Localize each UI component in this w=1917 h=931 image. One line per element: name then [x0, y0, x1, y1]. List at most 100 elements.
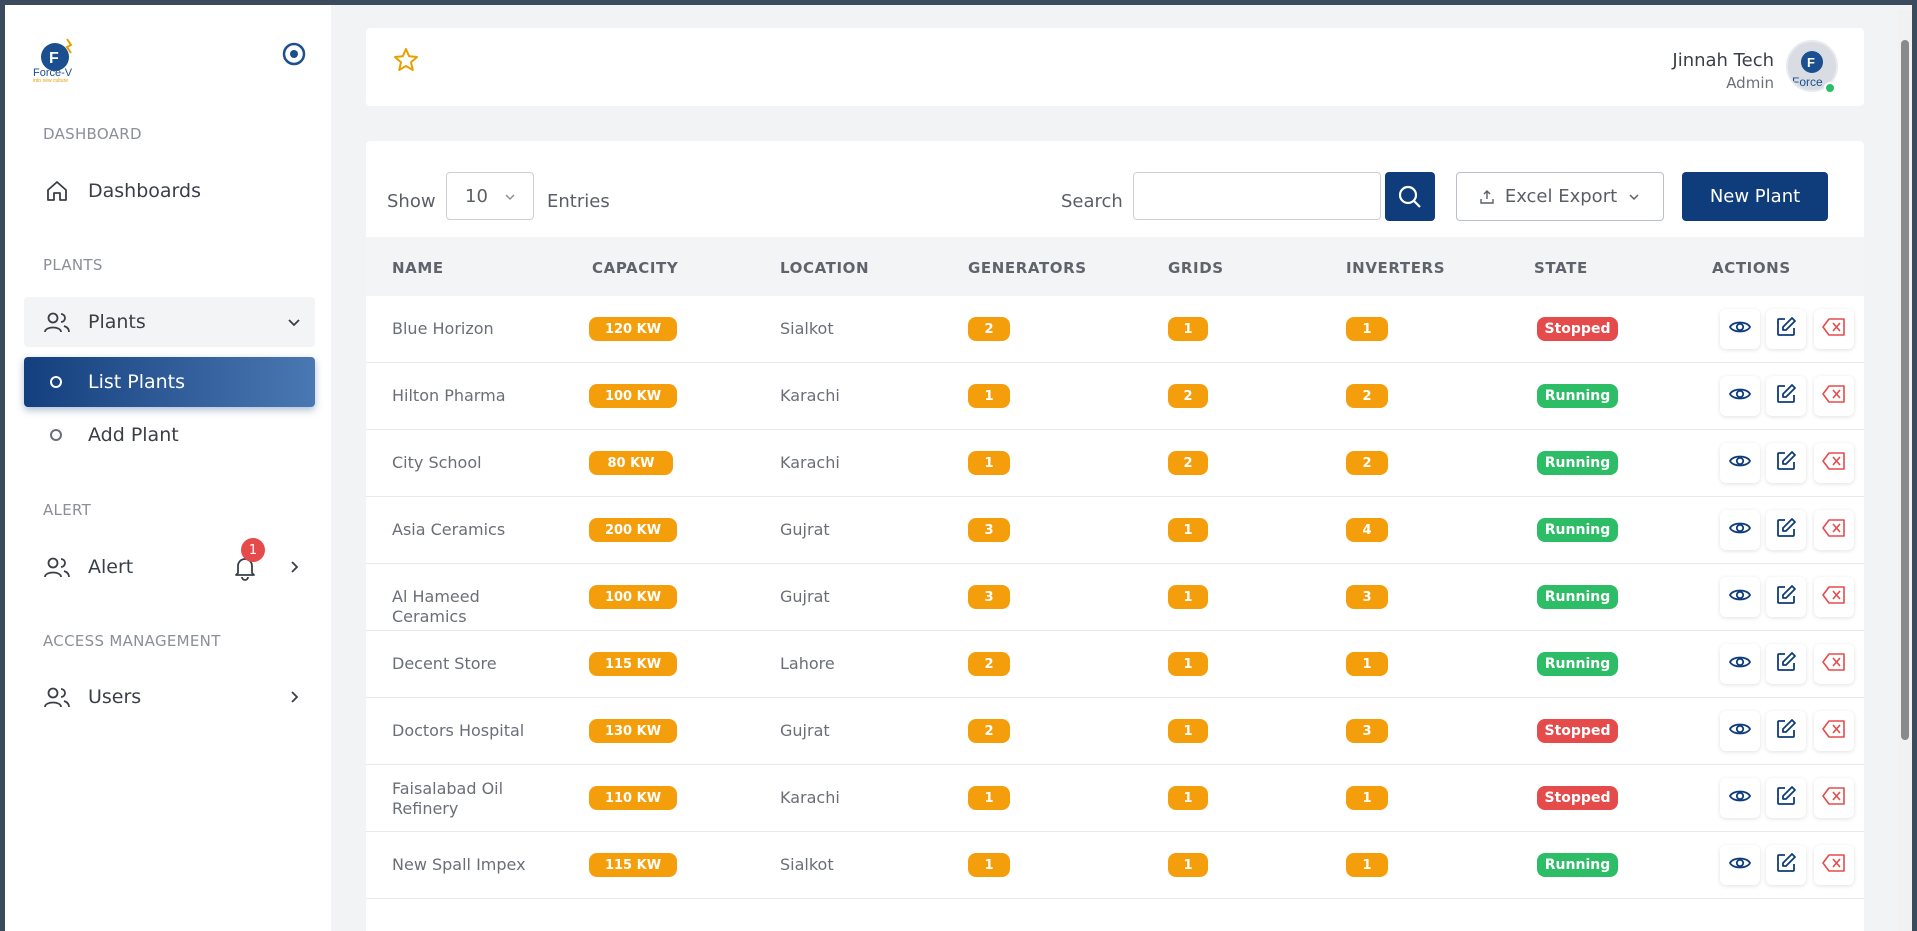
edit-icon — [1774, 382, 1798, 410]
alert-count-badge: 1 — [241, 538, 265, 562]
generators-badge: 3 — [968, 518, 1010, 542]
user-role: Admin — [1726, 74, 1774, 92]
sidebar-item-dashboards[interactable]: Dashboards — [24, 166, 315, 216]
excel-export-button[interactable]: Excel Export — [1456, 172, 1664, 221]
users-icon — [43, 308, 71, 336]
logo-tagline: into new culture — [33, 78, 69, 84]
view-button[interactable] — [1720, 577, 1760, 617]
sidebar-item-users[interactable]: Users — [24, 672, 315, 722]
sidebar-item-list-plants[interactable]: List Plants — [24, 357, 315, 407]
search-button[interactable] — [1385, 172, 1435, 221]
view-button[interactable] — [1720, 376, 1760, 416]
sidebar-item-alert[interactable]: Alert — [24, 542, 315, 592]
eye-icon — [1728, 382, 1752, 410]
delete-button[interactable] — [1814, 845, 1854, 885]
grids-badge: 1 — [1168, 518, 1208, 542]
eye-icon — [1728, 851, 1752, 879]
new-plant-button[interactable]: New Plant — [1682, 172, 1828, 221]
inverters-badge: 3 — [1346, 719, 1388, 743]
capacity-badge: 80 KW — [589, 451, 673, 475]
table-row: Blue Horizon 120 KW Sialkot 2 1 1 Stopped — [366, 296, 1864, 363]
inverters-badge: 2 — [1346, 451, 1388, 475]
edit-button[interactable] — [1766, 443, 1806, 483]
view-button[interactable] — [1720, 443, 1760, 483]
grids-badge: 1 — [1168, 853, 1208, 877]
view-button[interactable] — [1720, 845, 1760, 885]
generators-badge: 2 — [968, 719, 1010, 743]
edit-button[interactable] — [1766, 845, 1806, 885]
sidebar-item-plants[interactable]: Plants — [24, 297, 315, 347]
column-header-location: LOCATION — [780, 259, 870, 277]
edit-button[interactable] — [1766, 644, 1806, 684]
plant-name: Doctors Hospital — [392, 721, 525, 740]
inverters-badge: 1 — [1346, 786, 1388, 810]
page-size-select[interactable]: 10 — [446, 172, 534, 220]
sidebar-item-add-plant[interactable]: Add Plant — [24, 410, 315, 460]
status-badge: Running — [1537, 451, 1618, 475]
eye-icon — [1728, 717, 1752, 745]
plant-name: Faisalabad Oil Refinery — [392, 779, 504, 818]
table-row: City School 80 KW Karachi 1 2 2 Running — [366, 430, 1864, 497]
plants-table-card: Show 10 Entries Search Excel Export New … — [366, 141, 1864, 931]
search-label: Search — [1061, 191, 1123, 212]
view-button[interactable] — [1720, 644, 1760, 684]
page-scrollbar[interactable] — [1898, 10, 1912, 931]
sidebar-item-label: List Plants — [88, 371, 186, 393]
delete-button[interactable] — [1814, 778, 1854, 818]
table-row: Al Hameed Ceramics 100 KW Gujrat 3 1 3 Running — [366, 564, 1864, 631]
eye-icon — [1728, 650, 1752, 678]
edit-button[interactable] — [1766, 309, 1806, 349]
star-icon[interactable] — [392, 46, 420, 74]
delete-icon — [1821, 316, 1847, 342]
table-row: Asia Ceramics 200 KW Gujrat 3 1 4 Running — [366, 497, 1864, 564]
grids-badge: 1 — [1168, 652, 1208, 676]
plant-location: Lahore — [780, 654, 835, 673]
view-button[interactable] — [1720, 778, 1760, 818]
view-button[interactable] — [1720, 510, 1760, 550]
capacity-badge: 100 KW — [589, 585, 677, 609]
bullet-icon — [50, 429, 62, 441]
grids-badge: 2 — [1168, 451, 1208, 475]
section-access-management: ACCESS MANAGEMENT — [43, 632, 221, 650]
delete-button[interactable] — [1814, 309, 1854, 349]
edit-icon — [1774, 315, 1798, 343]
search-input[interactable] — [1133, 172, 1381, 220]
plant-location: Gujrat — [780, 520, 830, 539]
edit-button[interactable] — [1766, 510, 1806, 550]
capacity-badge: 100 KW — [589, 384, 677, 408]
svg-text:F: F — [49, 50, 59, 67]
delete-icon — [1821, 450, 1847, 476]
chevron-down-icon — [505, 194, 515, 201]
plant-name: City School — [392, 453, 482, 472]
delete-button[interactable] — [1814, 443, 1854, 483]
status-badge: Running — [1537, 585, 1618, 609]
delete-icon — [1821, 651, 1847, 677]
edit-button[interactable] — [1766, 577, 1806, 617]
edit-button[interactable] — [1766, 376, 1806, 416]
edit-button[interactable] — [1766, 711, 1806, 751]
delete-button[interactable] — [1814, 376, 1854, 416]
delete-button[interactable] — [1814, 644, 1854, 684]
plant-name: Blue Horizon — [392, 319, 494, 338]
column-header-capacity: CAPACITY — [592, 259, 679, 277]
excel-export-label: Excel Export — [1504, 186, 1618, 207]
view-button[interactable] — [1720, 711, 1760, 751]
plant-name: Decent Store — [392, 654, 497, 673]
generators-badge: 1 — [968, 451, 1010, 475]
plant-name: New Spall Impex — [392, 855, 526, 874]
scrollbar-thumb[interactable] — [1901, 40, 1909, 740]
delete-button[interactable] — [1814, 510, 1854, 550]
column-header-inverters: INVERTERS — [1346, 259, 1446, 277]
entries-label: Entries — [547, 191, 610, 212]
delete-button[interactable] — [1814, 577, 1854, 617]
view-button[interactable] — [1720, 309, 1760, 349]
column-header-generators: GENERATORS — [968, 259, 1087, 277]
sidebar-toggle-icon[interactable] — [281, 41, 307, 67]
grids-badge: 1 — [1168, 786, 1208, 810]
chevron-down-icon — [1629, 193, 1639, 200]
edit-button[interactable] — [1766, 778, 1806, 818]
svg-text:F: F — [1807, 55, 1815, 70]
delete-button[interactable] — [1814, 711, 1854, 751]
sidebar-item-label: Dashboards — [88, 180, 201, 202]
delete-icon — [1821, 852, 1847, 878]
